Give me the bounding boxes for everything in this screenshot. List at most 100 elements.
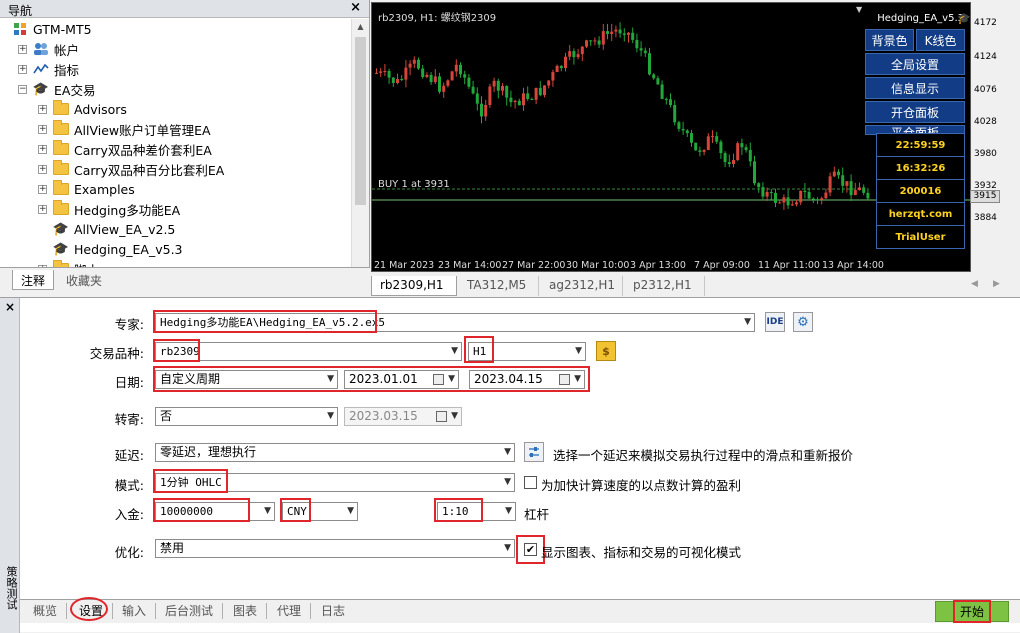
expand-icon[interactable]: + (18, 44, 27, 54)
tree-item-allview-ea[interactable]: 🎓 AllView_EA_v2.5 (53, 219, 175, 239)
optimization-select[interactable]: 禁用 ▼ (155, 539, 515, 558)
dropdown-arrow-icon: ▼ (347, 506, 354, 516)
tab-scroll-left-icon[interactable]: ◀ (971, 279, 978, 289)
expand-icon[interactable]: + (38, 204, 47, 214)
collapse-icon[interactable]: − (18, 84, 27, 94)
highlight-box (280, 498, 311, 522)
tree-item-scripts[interactable]: + 脚本 (38, 259, 99, 267)
tab-p2312[interactable]: p2312,H1 (625, 276, 705, 296)
symbol-select[interactable]: rb2309 ▼ (155, 342, 462, 361)
tab-backtest[interactable]: 后台测试 (156, 603, 224, 619)
tab-ta312[interactable]: TA312,M5 (459, 276, 539, 296)
date-tick: 11 Apr 11:00 (758, 260, 820, 271)
global-settings-button[interactable]: 全局设置 (865, 53, 965, 75)
forward-select[interactable]: 否 ▼ (155, 407, 338, 426)
tab-inputs[interactable]: 输入 (112, 603, 157, 619)
leverage-label: 杠杆 (524, 507, 550, 522)
settings-gear-icon[interactable]: ⚙ (793, 312, 813, 332)
expand-icon[interactable]: + (38, 184, 47, 194)
bg-color-button[interactable]: 背景色 (865, 29, 914, 51)
highlight-box (153, 339, 200, 362)
tab-overview[interactable]: 概览 (24, 603, 68, 619)
symbol-properties-icon[interactable]: $ (596, 341, 616, 361)
date-tick: 27 Mar 22:00 (502, 260, 566, 271)
calendar-icon (436, 411, 447, 422)
expert-icon: 🎓 (32, 81, 50, 97)
tree-label: Carry双品种百分比套利EA (74, 162, 225, 178)
highlight-box (153, 366, 590, 392)
visual-mode-label: 显示图表、指标和交易的可视化模式 (541, 545, 742, 560)
tab-journal[interactable]: 日志 (312, 603, 354, 619)
date-tick: 30 Mar 10:00 (566, 260, 630, 271)
tester-close-button[interactable]: × (5, 300, 15, 314)
folder-icon (53, 180, 69, 195)
tree-label: Hedging多功能EA (74, 202, 181, 218)
navigator-tabs: 注释 收藏夹 (0, 267, 370, 294)
profit-in-pips-checkbox[interactable] (524, 476, 537, 489)
forward-date-picker[interactable]: 2023.03.15 ▼ (344, 407, 462, 426)
navigator-close-button[interactable]: × (350, 0, 361, 15)
expand-icon[interactable]: + (38, 124, 47, 134)
folder-icon (53, 120, 69, 135)
tree-item-accounts[interactable]: + 帐户 (18, 39, 79, 59)
terminal-icon (12, 21, 28, 37)
navigator-title: 导航 (8, 4, 33, 18)
tree-label: 脚本 (74, 260, 99, 268)
tester-tabs: 概览 设置 输入 后台测试 图表 代理 日志 (20, 599, 1020, 623)
tab-comments[interactable]: 注释 (12, 270, 55, 290)
navigator-tree: GTM-MT5 + 帐户 + 指标 − 🎓 EA交易 + Advisors + … (0, 19, 350, 267)
expand-icon[interactable]: + (38, 144, 47, 154)
tree-item-hedging-folder[interactable]: + Hedging多功能EA (38, 199, 180, 219)
current-price-label: 3915 (970, 190, 1000, 203)
scroll-up-icon[interactable]: ▲ (352, 19, 369, 35)
ea-hat-icon: 🎓 (957, 12, 971, 25)
candle-color-button[interactable]: K线色 (916, 29, 965, 51)
tab-rb2309[interactable]: rb2309,H1 (371, 276, 457, 296)
info-display-button[interactable]: 信息显示 (865, 77, 965, 99)
tree-item-examples[interactable]: + Examples (38, 179, 135, 199)
chart-menu-arrow-icon[interactable]: ▼ (856, 5, 862, 14)
folder-icon (53, 160, 69, 175)
tree-item-allview-folder[interactable]: + AllView账户订单管理EA (38, 119, 211, 139)
ide-button[interactable]: IDE (765, 312, 785, 332)
tree-item-carry-pct-folder[interactable]: + Carry双品种百分比套利EA (38, 159, 224, 179)
scroll-thumb[interactable] (355, 37, 366, 205)
dropdown-arrow-icon: ▼ (264, 506, 271, 516)
tab-scroll-right-icon[interactable]: ▶ (993, 279, 1000, 289)
dropdown-arrow-icon: ▼ (504, 543, 511, 553)
optimization-label: 优化: (114, 545, 144, 560)
expand-icon[interactable]: + (38, 164, 47, 174)
tab-graph[interactable]: 图表 (224, 603, 268, 619)
buy-order-label: BUY 1 at 3931 (378, 179, 450, 190)
date-tick: 21 Mar 2023 (374, 260, 435, 271)
highlight-box (434, 498, 483, 522)
price-chart[interactable]: rb2309, H1: 螺纹钢2309 Hedging_EA_v5.3 🎓 ▼ … (371, 2, 971, 272)
date-tick: 7 Apr 09:00 (694, 260, 750, 271)
tree-item-indicators[interactable]: + 指标 (18, 59, 79, 79)
tab-agents[interactable]: 代理 (268, 603, 312, 619)
open-panel-button[interactable]: 开仓面板 (865, 101, 965, 123)
date-label: 日期: (114, 375, 144, 390)
date-tick: 23 Mar 14:00 (438, 260, 502, 271)
delay-settings-icon[interactable] (524, 442, 544, 462)
highlight-box (153, 469, 228, 493)
info-website: herzqt.com (877, 203, 964, 226)
tree-item-advisors[interactable]: + Advisors (38, 99, 127, 119)
tree-label: AllView账户订单管理EA (74, 122, 211, 138)
tree-item-gtm-mt5[interactable]: GTM-MT5 (12, 19, 92, 39)
tree-item-ea[interactable]: − 🎓 EA交易 (18, 79, 95, 99)
tree-item-hedging-ea[interactable]: 🎓 Hedging_EA_v5.3 (53, 239, 183, 259)
delay-hint-text: 选择一个延迟来模拟交易执行过程中的滑点和重新报价 (553, 448, 854, 463)
delay-select[interactable]: 零延迟，理想执行 ▼ (155, 443, 515, 462)
highlight-box (464, 336, 494, 363)
tree-item-carry-diff-folder[interactable]: + Carry双品种差价套利EA (38, 139, 212, 159)
expand-icon[interactable]: + (18, 64, 27, 74)
navigator-header: 导航 × (0, 0, 369, 18)
highlight-box (153, 310, 377, 333)
tab-favorites[interactable]: 收藏夹 (58, 270, 110, 290)
navigator-scrollbar[interactable]: ▲ (351, 19, 369, 267)
tab-ag2312[interactable]: ag2312,H1 (541, 276, 623, 296)
expand-icon[interactable]: + (38, 104, 47, 114)
dropdown-arrow-icon: ▼ (504, 477, 511, 487)
accounts-icon (33, 41, 49, 57)
